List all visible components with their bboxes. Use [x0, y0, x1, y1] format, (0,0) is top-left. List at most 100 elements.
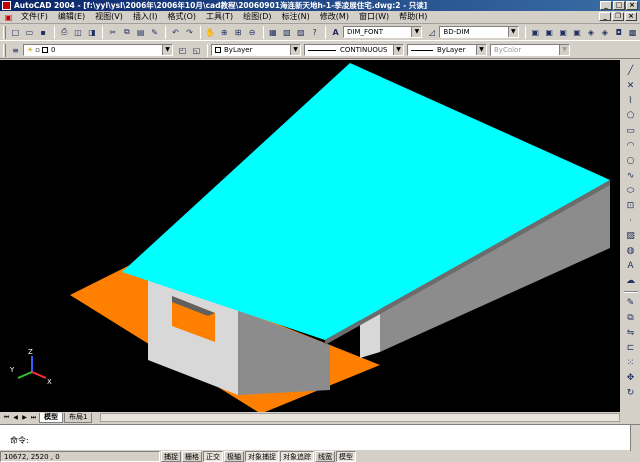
publish-icon[interactable]: ◨	[86, 26, 99, 39]
menu-view[interactable]: 视图(V)	[90, 11, 128, 23]
layer-select[interactable]: ☀ ▫ 0 ▼	[23, 44, 173, 56]
layer-manager-icon[interactable]: ≡	[9, 44, 22, 57]
toolbar-grip[interactable]	[3, 43, 6, 57]
menu-draw[interactable]: 绘图(D)	[238, 11, 276, 23]
ellipse-tool-icon[interactable]: ⬭	[624, 184, 638, 198]
erase-tool-icon[interactable]: ✎	[624, 296, 638, 310]
copy-icon[interactable]: ⧉	[120, 26, 133, 39]
snap-toggle[interactable]: 捕捉	[161, 450, 181, 462]
text-style-select[interactable]: DIM_FONT ▼	[343, 26, 423, 38]
match-properties-icon[interactable]: ✎	[148, 26, 161, 39]
doc-restore-button[interactable]: ❐	[612, 12, 624, 21]
grid-toggle[interactable]: 栅格	[182, 450, 202, 462]
hatch-tool-icon[interactable]: ▨	[624, 229, 638, 243]
design-center-icon[interactable]: ▧	[280, 26, 293, 39]
rotate-tool-icon[interactable]: ↻	[624, 386, 638, 400]
linetype-select[interactable]: CONTINUOUS ▼	[304, 44, 404, 56]
menu-insert[interactable]: 插入(I)	[128, 11, 163, 23]
line-tool-icon[interactable]: ╱	[624, 64, 638, 78]
dim-style-select[interactable]: BD-DIM ▼	[439, 26, 519, 38]
tab-layout1[interactable]: 布局1	[64, 412, 93, 423]
cut-icon[interactable]: ✂	[106, 26, 119, 39]
rectangle-tool-icon[interactable]: ▭	[624, 124, 638, 138]
tab-prev-icon[interactable]: ◀	[11, 413, 20, 422]
insert-block-icon[interactable]: ⊡	[624, 199, 638, 213]
tab-next-icon[interactable]: ▶	[20, 413, 29, 422]
menu-file[interactable]: 文件(F)	[16, 11, 53, 23]
command-scrollbar[interactable]	[630, 425, 640, 451]
view-icon[interactable]: ▣	[529, 26, 542, 39]
minimize-button[interactable]: _	[600, 1, 612, 10]
array-tool-icon[interactable]: ⁙	[624, 356, 638, 370]
view-iso-icon[interactable]: ◈	[584, 26, 597, 39]
color-select[interactable]: ByLayer ▼	[211, 44, 301, 56]
camera-icon[interactable]: ◘	[612, 26, 625, 39]
mirror-tool-icon[interactable]: ⇋	[624, 326, 638, 340]
view-front-icon[interactable]: ▣	[557, 26, 570, 39]
zoom-previous-icon[interactable]: ⊖	[246, 26, 259, 39]
copy-tool-icon[interactable]: ⧉	[624, 311, 638, 325]
drawing-viewport[interactable]: Z X Y	[0, 60, 620, 412]
xline-tool-icon[interactable]: ✕	[624, 79, 638, 93]
lineweight-toggle[interactable]: 线宽	[315, 450, 335, 462]
menu-modify[interactable]: 修改(M)	[315, 11, 354, 23]
pan-icon[interactable]: ✋	[204, 26, 217, 39]
print-icon[interactable]: ⎙	[58, 26, 71, 39]
zoom-window-icon[interactable]: ⊞	[232, 26, 245, 39]
tool-palettes-icon[interactable]: ▨	[294, 26, 307, 39]
command-window[interactable]: 命令:	[0, 424, 640, 451]
make-object-layer-current-icon[interactable]: ◰	[176, 44, 189, 57]
layer-previous-icon[interactable]: ◱	[190, 44, 203, 57]
mtext-tool-icon[interactable]: A	[624, 259, 638, 273]
polar-toggle[interactable]: 极轴	[224, 450, 244, 462]
menu-edit[interactable]: 编辑(E)	[53, 11, 90, 23]
tab-first-icon[interactable]: ⏮	[2, 413, 11, 422]
paste-icon[interactable]: ▤	[134, 26, 147, 39]
arc-tool-icon[interactable]: ◠	[624, 139, 638, 153]
osnap-toggle[interactable]: 对象捕捉	[245, 450, 279, 462]
tab-model[interactable]: 模型	[39, 412, 63, 423]
view-iso2-icon[interactable]: ◈	[598, 26, 611, 39]
horizontal-scrollbar[interactable]	[100, 413, 620, 422]
new-icon[interactable]: □	[9, 26, 22, 39]
lineweight-select[interactable]: ByLayer ▼	[407, 44, 487, 56]
open-icon[interactable]: ▭	[23, 26, 36, 39]
document-icon[interactable]: ▣	[2, 11, 15, 24]
doc-close-button[interactable]: ×	[625, 12, 637, 21]
autocad-app-icon[interactable]	[2, 1, 11, 10]
revcloud-tool-icon[interactable]: ☁	[624, 274, 638, 288]
offset-tool-icon[interactable]: ⊏	[624, 341, 638, 355]
shade-icon[interactable]: ▩	[626, 26, 639, 39]
polygon-tool-icon[interactable]: ⬠	[624, 109, 638, 123]
dim-style-icon[interactable]: ◿	[425, 26, 438, 39]
help-icon[interactable]: ?	[308, 26, 321, 39]
circle-tool-icon[interactable]: ○	[624, 154, 638, 168]
maximize-button[interactable]: □	[613, 1, 625, 10]
toolbar-grip[interactable]	[3, 25, 6, 39]
menu-tools[interactable]: 工具(T)	[201, 11, 238, 23]
point-tool-icon[interactable]: ·	[624, 214, 638, 228]
move-tool-icon[interactable]: ✥	[624, 371, 638, 385]
ortho-toggle[interactable]: 正交	[203, 450, 223, 462]
view-top-icon[interactable]: ▣	[543, 26, 556, 39]
menu-help[interactable]: 帮助(H)	[394, 11, 432, 23]
zoom-realtime-icon[interactable]: ⊕	[218, 26, 231, 39]
view-left-icon[interactable]: ▣	[571, 26, 584, 39]
coordinate-readout[interactable]: 10672, 2520 , 0	[0, 450, 160, 462]
undo-icon[interactable]: ↶	[169, 26, 182, 39]
model-toggle[interactable]: 模型	[336, 450, 356, 462]
text-style-icon[interactable]: A	[329, 26, 342, 39]
menu-format[interactable]: 格式(O)	[162, 11, 201, 23]
drawing-canvas[interactable]: Z X Y	[0, 60, 620, 412]
region-tool-icon[interactable]: ◍	[624, 244, 638, 258]
save-icon[interactable]: ▪	[37, 26, 50, 39]
otrack-toggle[interactable]: 对象追踪	[280, 450, 314, 462]
menu-dimension[interactable]: 标注(N)	[277, 11, 315, 23]
print-preview-icon[interactable]: ◫	[72, 26, 85, 39]
tab-last-icon[interactable]: ⏭	[29, 413, 38, 422]
doc-minimize-button[interactable]: _	[599, 12, 611, 21]
polyline-tool-icon[interactable]: ⌇	[624, 94, 638, 108]
spline-tool-icon[interactable]: ∿	[624, 169, 638, 183]
menu-window[interactable]: 窗口(W)	[354, 11, 394, 23]
plotstyle-select[interactable]: ByColor ▼	[490, 44, 570, 56]
